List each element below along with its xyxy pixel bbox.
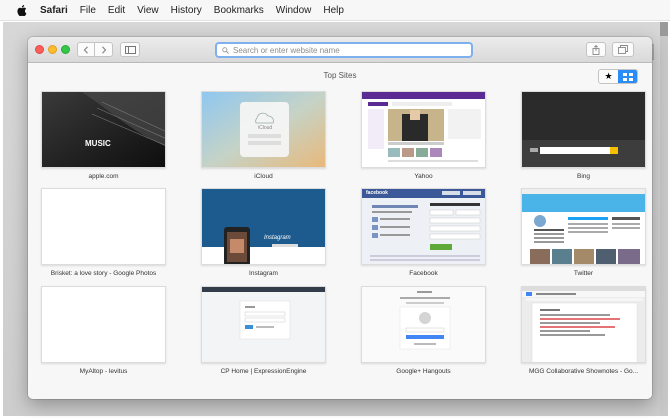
- site-thumbnail: [521, 91, 646, 168]
- menu-bookmarks[interactable]: Bookmarks: [214, 5, 264, 16]
- menu-file[interactable]: File: [80, 5, 96, 16]
- icloud-logo: iCloud: [258, 125, 273, 131]
- tile-label: Instagram: [249, 270, 278, 277]
- tile-label: iCloud: [254, 173, 273, 180]
- menu-edit[interactable]: Edit: [108, 5, 125, 16]
- site-thumbnail: [521, 188, 646, 265]
- instagram-logo: Instagram: [264, 235, 291, 241]
- top-sites-page: Top Sites ★ MUSIC apple.com iCloud iClou…: [28, 64, 652, 399]
- tile-label: Bing: [576, 173, 590, 180]
- tile-label: Facebook: [409, 270, 438, 277]
- top-site-tile[interactable]: iCloud iCloud: [201, 91, 326, 180]
- top-site-tile[interactable]: MyAltop - levitus: [41, 286, 166, 375]
- tile-label: Brisket: a love story - Google Photos: [50, 270, 157, 277]
- tabs-icon[interactable]: [612, 42, 634, 57]
- site-thumbnail: iCloud: [201, 91, 326, 168]
- top-site-tile[interactable]: MGG Collaborative Shownotes - Go...: [521, 286, 646, 375]
- menu-help[interactable]: Help: [323, 5, 344, 16]
- safari-window: Top Sites ★ MUSIC apple.com: [28, 37, 652, 399]
- site-thumbnail: [41, 188, 166, 265]
- site-thumbnail: [361, 91, 486, 168]
- site-thumbnail: [41, 286, 166, 363]
- site-thumbnail: facebook: [361, 188, 486, 265]
- tile-label: CP Home | ExpressionEngine: [220, 368, 307, 375]
- apple-logo-icon[interactable]: [17, 4, 29, 16]
- address-input[interactable]: [233, 45, 453, 55]
- top-site-tile[interactable]: Twitter: [521, 188, 646, 277]
- menu-safari[interactable]: Safari: [40, 5, 68, 16]
- desktop-corner: [660, 22, 668, 36]
- forward-icon[interactable]: [95, 43, 112, 56]
- top-site-tile[interactable]: CP Home | ExpressionEngine: [201, 286, 326, 375]
- page-title: Top Sites: [323, 71, 357, 80]
- site-thumbnail: [201, 286, 326, 363]
- site-thumbnail: Instagram: [201, 188, 326, 265]
- top-site-tile[interactable]: facebook Facebook: [361, 188, 486, 277]
- address-bar[interactable]: [215, 42, 473, 58]
- search-icon: [222, 46, 229, 54]
- top-site-tile[interactable]: Yahoo: [361, 91, 486, 180]
- navigation-buttons: [77, 42, 113, 57]
- site-thumbnail: [361, 286, 486, 363]
- desktop-edge: [660, 22, 668, 416]
- back-icon[interactable]: [78, 43, 95, 56]
- close-window-button[interactable]: [35, 45, 44, 54]
- site-thumbnail: [521, 286, 646, 363]
- view-toggle: ★: [598, 69, 638, 84]
- tile-label: Twitter: [573, 270, 594, 277]
- top-site-tile[interactable]: Google+ Hangouts: [361, 286, 486, 375]
- facebook-logo: facebook: [366, 190, 388, 196]
- grid-view-icon[interactable]: [618, 70, 637, 83]
- tile-label: MyAltop - levitus: [79, 368, 128, 375]
- toolbar: [28, 37, 652, 63]
- tile-label: MGG Collaborative Shownotes - Go...: [528, 368, 639, 375]
- menu-window[interactable]: Window: [276, 5, 312, 16]
- top-site-tile[interactable]: Brisket: a love story - Google Photos: [41, 188, 166, 277]
- top-site-tile[interactable]: MUSIC apple.com: [41, 91, 166, 180]
- tile-label: Yahoo: [414, 173, 433, 180]
- star-icon[interactable]: ★: [599, 70, 618, 83]
- top-site-tile[interactable]: Bing: [521, 91, 646, 180]
- menu-view[interactable]: View: [137, 5, 159, 16]
- tile-label: Google+ Hangouts: [396, 368, 451, 375]
- site-thumbnail: MUSIC: [41, 91, 166, 168]
- share-icon[interactable]: [586, 42, 606, 57]
- zoom-window-button[interactable]: [61, 45, 70, 54]
- tile-label: apple.com: [88, 173, 119, 180]
- minimize-window-button[interactable]: [48, 45, 57, 54]
- menu-bar: Safari File Edit View History Bookmarks …: [0, 0, 670, 21]
- apple-music-logo: MUSIC: [85, 139, 111, 148]
- sidebar-icon[interactable]: [120, 42, 140, 57]
- top-site-tile[interactable]: Instagram Instagram: [201, 188, 326, 277]
- menu-history[interactable]: History: [171, 5, 202, 16]
